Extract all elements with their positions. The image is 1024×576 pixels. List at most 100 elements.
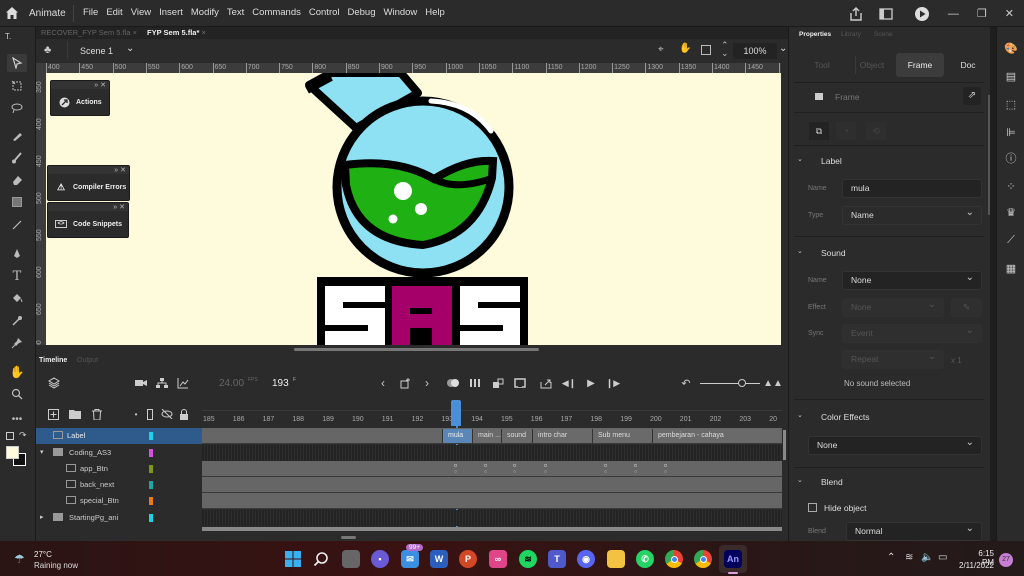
components-icon[interactable]: ▦ bbox=[1004, 261, 1018, 275]
mode-tab-object[interactable]: Object bbox=[847, 53, 897, 77]
mode-tab-tool[interactable]: Tool bbox=[797, 53, 847, 77]
tab-scene[interactable]: Scene bbox=[874, 31, 892, 38]
zoom-dropdown-icon[interactable]: ⌄ bbox=[779, 43, 787, 54]
menu-modify[interactable]: Modify bbox=[191, 7, 219, 18]
frame-number[interactable]: 201 bbox=[680, 416, 692, 423]
weather-temp[interactable]: 27°C bbox=[34, 550, 52, 559]
keyframe-action-icon[interactable]: α ○ bbox=[634, 463, 637, 475]
battery-icon[interactable]: ▭ bbox=[938, 552, 947, 563]
slider-thumb[interactable] bbox=[738, 379, 746, 387]
frame-number[interactable]: 203 bbox=[739, 416, 751, 423]
menu-text[interactable]: Text bbox=[227, 7, 244, 18]
scene-dropdown-icon[interactable]: ⌄ bbox=[126, 43, 134, 54]
eraser-tool-icon[interactable] bbox=[7, 171, 27, 189]
frame-label[interactable]: pembejaran - cahaya bbox=[652, 429, 780, 443]
layer-color-swatch[interactable] bbox=[149, 432, 153, 440]
close-panel-icon[interactable]: ✕ bbox=[120, 166, 126, 174]
line-tool-icon[interactable] bbox=[7, 216, 27, 234]
current-frame-value[interactable]: 193 bbox=[272, 378, 289, 389]
undo-scale-icon[interactable]: ↶ bbox=[679, 376, 693, 390]
notification-badge[interactable]: 27 bbox=[999, 553, 1013, 567]
workspace-layout-icon[interactable] bbox=[878, 6, 894, 22]
collapse-icon[interactable]: » bbox=[113, 204, 117, 211]
close-tab-icon[interactable]: × bbox=[201, 28, 205, 37]
layer-row[interactable]: Label bbox=[36, 428, 202, 444]
export-icon[interactable] bbox=[539, 376, 553, 390]
new-layer-icon[interactable] bbox=[46, 407, 60, 421]
menu-file[interactable]: File bbox=[83, 7, 98, 18]
assets-icon[interactable]: ♛ bbox=[1004, 205, 1018, 219]
text-tool-icon[interactable]: T bbox=[7, 267, 27, 285]
doc-tab-recover[interactable]: RECOVER_FYP Sem 5.fla × bbox=[41, 28, 137, 37]
frame-label[interactable]: Sub menu bbox=[592, 429, 652, 443]
menu-control[interactable]: Control bbox=[309, 7, 340, 18]
frame-row[interactable] bbox=[202, 477, 782, 493]
horizontal-scrollbar[interactable] bbox=[294, 348, 539, 351]
tab-properties[interactable]: Properties bbox=[799, 31, 831, 38]
pin-tool-icon[interactable] bbox=[7, 334, 27, 352]
step-forward-icon[interactable]: ❙▶ bbox=[606, 376, 620, 390]
restore-button[interactable]: ❐ bbox=[977, 7, 987, 20]
collapse-folder-icon[interactable]: ▾ bbox=[40, 448, 44, 456]
tab-timeline[interactable]: Timeline bbox=[39, 357, 67, 364]
selection-tool-icon[interactable] bbox=[7, 54, 27, 72]
test-movie-icon[interactable] bbox=[914, 6, 930, 22]
collapse-icon[interactable]: » bbox=[94, 82, 98, 89]
outline-icon[interactable] bbox=[143, 407, 157, 421]
layer-row[interactable]: ▾ Coding_AS3 bbox=[36, 445, 202, 461]
center-stage-icon[interactable]: ⌖ bbox=[658, 44, 664, 55]
menu-window[interactable]: Window bbox=[384, 7, 418, 18]
layer-row[interactable]: ▸ StartingPg_ani bbox=[36, 510, 202, 526]
paint-bucket-tool-icon[interactable] bbox=[7, 289, 27, 307]
edit-symbol-icon[interactable]: ♣ bbox=[44, 44, 51, 56]
discord-icon[interactable]: ◉ bbox=[577, 550, 595, 568]
home-icon[interactable] bbox=[5, 6, 19, 20]
volume-icon[interactable]: 🔈 bbox=[921, 552, 933, 563]
mode-tab-doc[interactable]: Doc bbox=[944, 53, 992, 77]
free-transform-tool-icon[interactable] bbox=[7, 77, 27, 95]
stage-canvas[interactable] bbox=[46, 73, 781, 345]
frame-number[interactable]: 196 bbox=[531, 416, 543, 423]
menu-debug[interactable]: Debug bbox=[348, 7, 376, 18]
layer-color-swatch[interactable] bbox=[149, 514, 153, 522]
menu-view[interactable]: View bbox=[131, 7, 151, 18]
frame-label[interactable]: mula bbox=[442, 429, 472, 443]
frame-row[interactable] bbox=[202, 445, 782, 461]
default-colors-icon[interactable] bbox=[6, 432, 14, 440]
pen-tool-icon[interactable] bbox=[7, 244, 27, 262]
teams-chat-icon[interactable]: ▪ bbox=[371, 550, 389, 568]
color-effects-dropdown[interactable]: None bbox=[808, 434, 982, 455]
creative-cloud-icon[interactable]: ∞ bbox=[489, 550, 507, 568]
swap-colors-icon[interactable]: ↷ bbox=[19, 430, 27, 441]
info-icon[interactable]: ⓘ bbox=[1004, 151, 1018, 165]
zoom-level-field[interactable]: 100% bbox=[733, 43, 777, 59]
menu-edit[interactable]: Edit bbox=[106, 7, 122, 18]
zoom-stepper-icon[interactable]: ⌃ ⌄ bbox=[721, 41, 729, 58]
rectangle-tool-icon[interactable] bbox=[7, 193, 27, 211]
layer-name[interactable]: special_Btn bbox=[80, 496, 119, 505]
search-icon[interactable] bbox=[312, 550, 330, 568]
play-icon[interactable]: ▶ bbox=[584, 376, 598, 390]
camera-icon[interactable] bbox=[134, 376, 148, 390]
menu-insert[interactable]: Insert bbox=[159, 7, 183, 18]
onion-skin-icon[interactable] bbox=[446, 376, 460, 390]
weather-icon[interactable]: ☂ bbox=[14, 552, 25, 566]
vertical-scrollbar[interactable] bbox=[781, 63, 788, 353]
timeline-vscrollbar[interactable] bbox=[783, 430, 786, 460]
layer-color-swatch[interactable] bbox=[149, 497, 153, 505]
share-icon[interactable] bbox=[848, 6, 864, 22]
frame-number[interactable]: 192 bbox=[412, 416, 424, 423]
code-snippets-panel[interactable]: » ✕ <> Code Snippets bbox=[47, 202, 129, 238]
layer-row[interactable]: back_next bbox=[36, 477, 202, 493]
motion-presets-icon[interactable]: ⁘ bbox=[1004, 179, 1018, 193]
clip-content-icon[interactable] bbox=[701, 45, 711, 55]
powerpoint-icon[interactable]: P bbox=[459, 550, 477, 568]
timeline-hscrollbar[interactable] bbox=[202, 527, 782, 531]
mode-tab-frame[interactable]: Frame bbox=[896, 53, 944, 77]
sound-section-chevron-icon[interactable]: ⌄ bbox=[797, 247, 803, 255]
minimize-button[interactable]: — bbox=[948, 8, 959, 20]
actions-panel[interactable]: » ✕ Actions bbox=[50, 80, 110, 116]
frame-label[interactable]: intro char bbox=[532, 429, 592, 443]
weather-description[interactable]: Raining now bbox=[34, 561, 78, 570]
new-folder-icon[interactable] bbox=[68, 407, 82, 421]
